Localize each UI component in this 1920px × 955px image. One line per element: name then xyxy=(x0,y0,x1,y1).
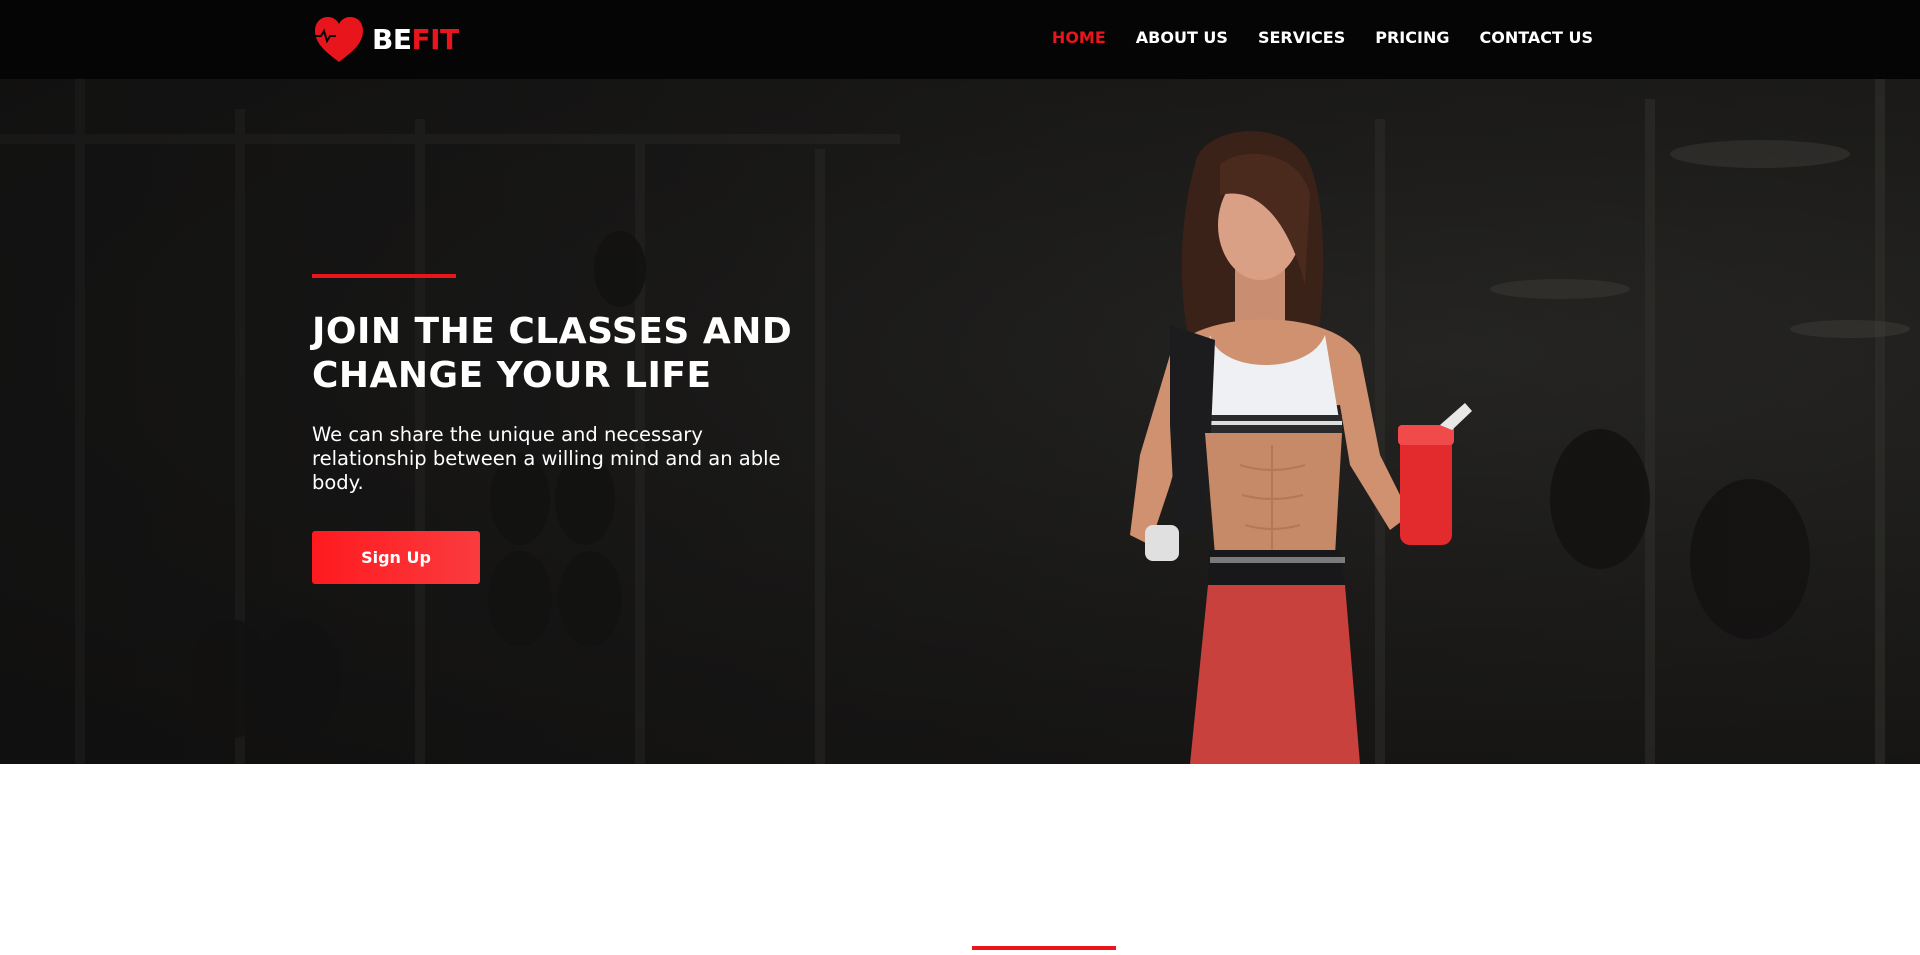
logo[interactable]: BEFIT xyxy=(312,16,459,64)
logo-text-be: BE xyxy=(372,23,412,56)
site-header: BEFIT HOME ABOUT US SERVICES PRICING CON… xyxy=(0,0,1920,79)
logo-text: BEFIT xyxy=(372,26,459,54)
hero-subtitle: We can share the unique and necessary re… xyxy=(312,423,781,494)
fitness-model-image xyxy=(1130,131,1472,764)
hero-title: JOIN THE CLASSES AND CHANGE YOUR LIFE xyxy=(312,311,793,396)
logo-text-fit: FIT xyxy=(411,23,459,56)
nav-home[interactable]: HOME xyxy=(1052,28,1106,47)
nav-pricing[interactable]: PRICING xyxy=(1375,28,1449,47)
nav-about-us[interactable]: ABOUT US xyxy=(1136,28,1228,47)
hero-section: JOIN THE CLASSES AND CHANGE YOUR LIFE We… xyxy=(0,79,1920,764)
hero-accent-line xyxy=(312,274,456,278)
sign-up-button[interactable]: Sign Up xyxy=(312,531,480,584)
nav-contact-us[interactable]: CONTACT US xyxy=(1479,28,1593,47)
nav-services[interactable]: SERVICES xyxy=(1258,28,1345,47)
section-accent-line xyxy=(972,946,1116,950)
hero-overlay xyxy=(0,79,1920,764)
main-nav: HOME ABOUT US SERVICES PRICING CONTACT U… xyxy=(1052,28,1593,47)
heart-icon xyxy=(314,17,363,62)
